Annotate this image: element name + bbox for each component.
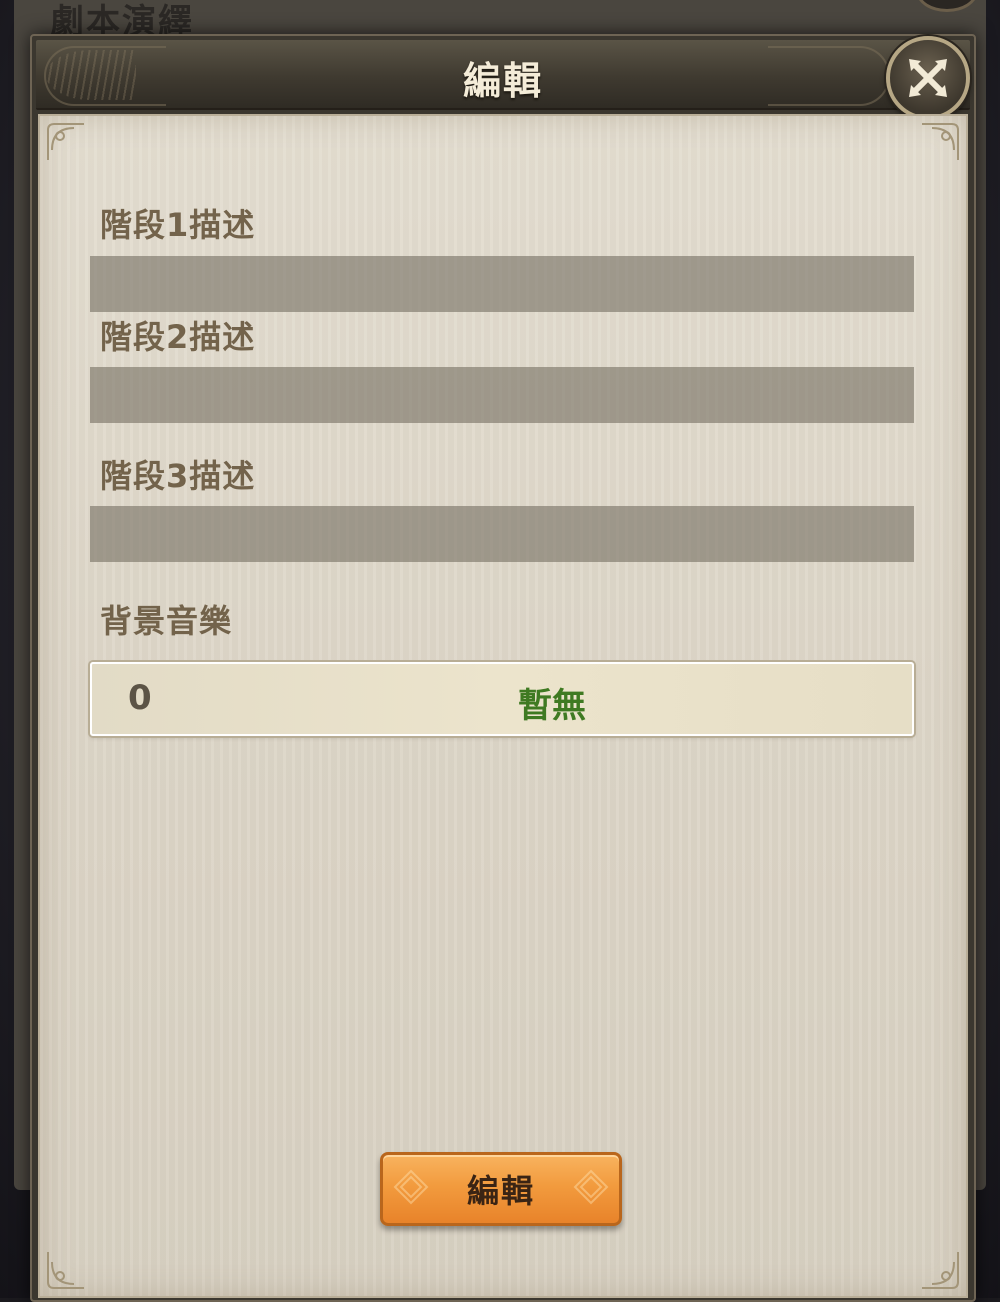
stage2-description-input[interactable] <box>90 367 914 423</box>
button-ornament-icon <box>573 1169 609 1205</box>
edit-button-label: 編輯 <box>466 1172 535 1210</box>
corner-ornament-icon <box>918 1248 962 1292</box>
corner-ornament-icon <box>44 120 88 164</box>
corner-ornament-icon <box>918 120 962 164</box>
edit-dialog: 編輯 階段1描述 階段2描述 階段3描述 背景音樂 0 暫無 編輯 <box>30 34 976 1302</box>
corner-ornament-icon <box>44 1248 88 1292</box>
music-name: 暫無 <box>518 686 586 726</box>
edit-button[interactable]: 編輯 <box>380 1152 622 1226</box>
dialog-title: 編輯 <box>462 59 543 103</box>
stage3-description-input[interactable] <box>90 506 914 562</box>
stage1-description-label: 階段1描述 <box>100 206 256 244</box>
button-ornament-icon <box>393 1169 429 1205</box>
dialog-body: 階段1描述 階段2描述 階段3描述 背景音樂 0 暫無 編輯 <box>38 114 968 1298</box>
background-music-label: 背景音樂 <box>100 602 233 640</box>
stage1-description-input[interactable] <box>90 256 914 312</box>
background-music-selector[interactable]: 0 暫無 <box>90 662 914 736</box>
dialog-title-bar: 編輯 <box>36 40 970 110</box>
stage3-description-label: 階段3描述 <box>100 457 256 495</box>
close-icon <box>909 59 947 97</box>
stage2-description-label: 階段2描述 <box>100 318 256 356</box>
close-button[interactable] <box>886 36 970 120</box>
